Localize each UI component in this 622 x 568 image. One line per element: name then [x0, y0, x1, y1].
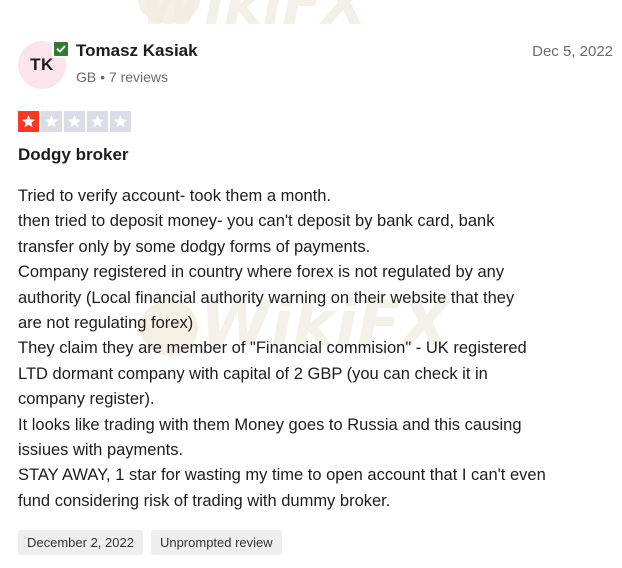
- star-empty-icon: [41, 111, 62, 132]
- review-title: Dodgy broker: [18, 145, 129, 164]
- review-date: Dec 5, 2022: [532, 43, 613, 60]
- review-body-line: company register).: [18, 390, 155, 409]
- star-rating: [18, 111, 131, 132]
- watermark-logo-icon: [138, 0, 200, 24]
- review-body-line: are not regulating forex): [18, 314, 194, 333]
- star-empty-icon: [87, 111, 108, 132]
- review-body: Tried to verify account- took them a mon…: [18, 184, 616, 514]
- review-body-line: authority (Local financial authority war…: [18, 288, 515, 307]
- review-body-line: Company registered in country where fore…: [18, 263, 505, 282]
- review-body-line: issiues with payments.: [18, 441, 184, 460]
- review-type-chip[interactable]: Unprompted review: [150, 530, 282, 555]
- star-filled-icon: [18, 111, 39, 132]
- review-card: WikiFX WikiFX TK Tomasz Kasiak GB • 7 re…: [0, 0, 622, 568]
- star-empty-icon: [110, 111, 131, 132]
- review-body-line: then tried to deposit money- you can't d…: [18, 212, 495, 231]
- review-body-line: Tried to verify account- took them a mon…: [18, 187, 332, 205]
- experience-date-chip: December 2, 2022: [18, 530, 143, 555]
- reviewer-meta: GB • 7 reviews: [76, 69, 169, 85]
- review-body-line: fund considering risk of trading with du…: [18, 491, 391, 510]
- review-body-line: It looks like trading with them Money go…: [18, 415, 522, 434]
- review-chips: December 2, 2022 Unprompted review: [18, 530, 282, 555]
- review-body-line: transfer only by some dodgy forms of pay…: [18, 237, 371, 256]
- review-body-line: STAY AWAY, 1 star for wasting my time to…: [18, 466, 546, 485]
- star-empty-icon: [64, 111, 85, 132]
- review-body-line: LTD dormant company with capital of 2 GB…: [18, 364, 488, 383]
- avatar-initials: TK: [30, 55, 54, 74]
- reviewer-name[interactable]: Tomasz Kasiak: [76, 41, 198, 61]
- review-body-line: They claim they are member of "Financial…: [18, 339, 527, 358]
- verified-check-icon: [52, 40, 70, 58]
